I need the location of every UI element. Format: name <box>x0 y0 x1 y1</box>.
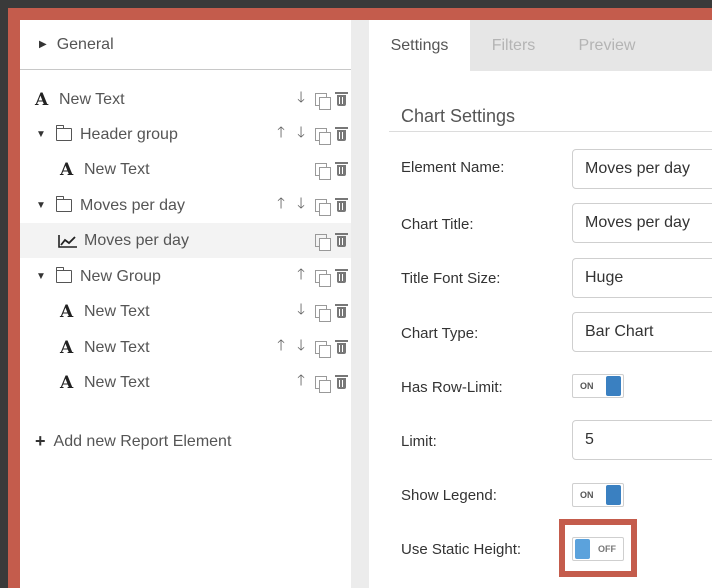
move-down-icon[interactable]: 🡓 <box>291 301 311 322</box>
tree-item-label: New Text <box>84 160 150 178</box>
highlight-box <box>559 519 637 577</box>
copy-icon[interactable] <box>311 373 331 393</box>
trash-icon[interactable] <box>331 196 351 216</box>
tree-item-label: New Text <box>84 302 150 320</box>
tree-item-new-text[interactable]: A New Text 🡑 🡓 <box>20 330 351 365</box>
copy-icon[interactable] <box>311 267 331 287</box>
add-report-element-button[interactable]: + Add new Report Element <box>35 431 231 452</box>
toggle-knob <box>606 485 621 505</box>
copy-icon[interactable] <box>311 160 331 180</box>
folder-icon <box>55 267 72 283</box>
trash-icon[interactable] <box>331 160 351 180</box>
tab-settings[interactable]: Settings <box>369 20 470 71</box>
move-down-icon[interactable]: 🡓 <box>291 124 311 145</box>
limit-label: Limit: <box>401 433 437 450</box>
trash-icon[interactable] <box>331 373 351 393</box>
section-divider <box>389 131 712 132</box>
toggle-state: ON <box>580 490 594 500</box>
text-element-icon: A <box>60 337 74 358</box>
tree-item-new-text[interactable]: A New Text 🡓 <box>20 294 351 329</box>
folder-icon <box>55 196 72 212</box>
move-up-icon[interactable]: 🡑 <box>271 124 291 145</box>
tree-item-new-group[interactable]: ▼ New Group 🡑 <box>20 259 351 294</box>
copy-icon[interactable] <box>311 302 331 322</box>
copy-icon[interactable] <box>311 196 331 216</box>
trash-icon[interactable] <box>331 302 351 322</box>
text-element-icon: A <box>60 372 74 393</box>
copy-icon[interactable] <box>311 231 331 251</box>
chart-type-select[interactable]: Bar Chart <box>572 312 712 352</box>
copy-icon[interactable] <box>311 125 331 145</box>
tree-item-label: New Group <box>80 267 161 285</box>
chevron-down-icon[interactable]: ▼ <box>34 129 48 140</box>
chart-title-input[interactable]: Moves per day <box>572 203 712 243</box>
trash-icon[interactable] <box>331 125 351 145</box>
chevron-down-icon[interactable]: ▼ <box>34 271 48 282</box>
settings-panel: Chart Settings Element Name: Moves per d… <box>369 71 712 588</box>
limit-input[interactable]: 5 <box>572 420 712 460</box>
chart-title-label: Chart Title: <box>401 216 474 233</box>
line-chart-icon <box>58 234 77 248</box>
move-up-icon[interactable]: 🡑 <box>271 337 291 358</box>
text-element-icon: A <box>60 301 74 322</box>
move-down-icon[interactable]: 🡓 <box>291 337 311 358</box>
tab-preview[interactable]: Preview <box>557 20 657 71</box>
toggle-state: ON <box>580 381 594 391</box>
tree-item-label: Header group <box>80 125 178 143</box>
trash-icon[interactable] <box>331 338 351 358</box>
move-up-icon[interactable]: 🡑 <box>291 266 311 287</box>
tree-item-label: Moves per day <box>84 231 189 249</box>
show-legend-toggle[interactable]: ON <box>572 483 624 507</box>
section-title: Chart Settings <box>401 106 516 126</box>
has-row-limit-label: Has Row-Limit: <box>401 379 503 396</box>
tree-item-moves-chart[interactable]: Moves per day <box>20 223 351 258</box>
copy-icon[interactable] <box>311 338 331 358</box>
general-label: General <box>56 35 114 53</box>
move-down-icon[interactable]: 🡓 <box>291 195 311 216</box>
use-static-height-label: Use Static Height: <box>401 541 522 558</box>
title-font-size-select[interactable]: Huge <box>572 258 712 298</box>
copy-icon[interactable] <box>311 90 331 110</box>
plus-icon: + <box>35 431 46 451</box>
report-tree: ▶ General A New Text 🡓 ▼ Header group 🡑 … <box>20 20 351 588</box>
tab-filters[interactable]: Filters <box>470 20 557 71</box>
move-up-icon[interactable]: 🡑 <box>271 195 291 216</box>
move-down-icon[interactable]: 🡓 <box>291 89 311 110</box>
add-report-element-label: Add new Report Element <box>53 432 232 450</box>
show-legend-label: Show Legend: <box>401 487 497 504</box>
tree-item-label: Moves per day <box>80 196 185 214</box>
tree-item-label: New Text <box>59 90 125 108</box>
text-element-icon: A <box>35 89 49 110</box>
trash-icon[interactable] <box>331 231 351 251</box>
folder-icon <box>55 125 72 141</box>
tree-item-moves-group[interactable]: ▼ Moves per day 🡑 🡓 <box>20 188 351 223</box>
element-name-label: Element Name: <box>401 159 505 176</box>
has-row-limit-toggle[interactable]: ON <box>572 374 624 398</box>
move-up-icon[interactable]: 🡑 <box>291 372 311 393</box>
tree-item-new-text[interactable]: A New Text 🡑 <box>20 365 351 400</box>
tree-item-header-group[interactable]: ▼ Header group 🡑 🡓 <box>20 117 351 152</box>
general-section-toggle[interactable]: ▶ General <box>20 20 351 70</box>
expand-right-icon: ▶ <box>39 39 47 50</box>
element-name-input[interactable]: Moves per day <box>572 149 712 189</box>
tree-item-new-text[interactable]: A New Text 🡓 <box>20 82 351 117</box>
tree-item-label: New Text <box>84 373 150 391</box>
trash-icon[interactable] <box>331 90 351 110</box>
tree-item-new-text[interactable]: A New Text <box>20 152 351 187</box>
tree-item-label: New Text <box>84 338 150 356</box>
toggle-knob <box>606 376 621 396</box>
trash-icon[interactable] <box>331 267 351 287</box>
text-element-icon: A <box>60 159 74 180</box>
title-font-size-label: Title Font Size: <box>401 270 501 287</box>
chart-type-label: Chart Type: <box>401 325 479 342</box>
tab-bar: Settings Filters Preview <box>369 20 712 71</box>
chevron-down-icon[interactable]: ▼ <box>34 200 48 211</box>
